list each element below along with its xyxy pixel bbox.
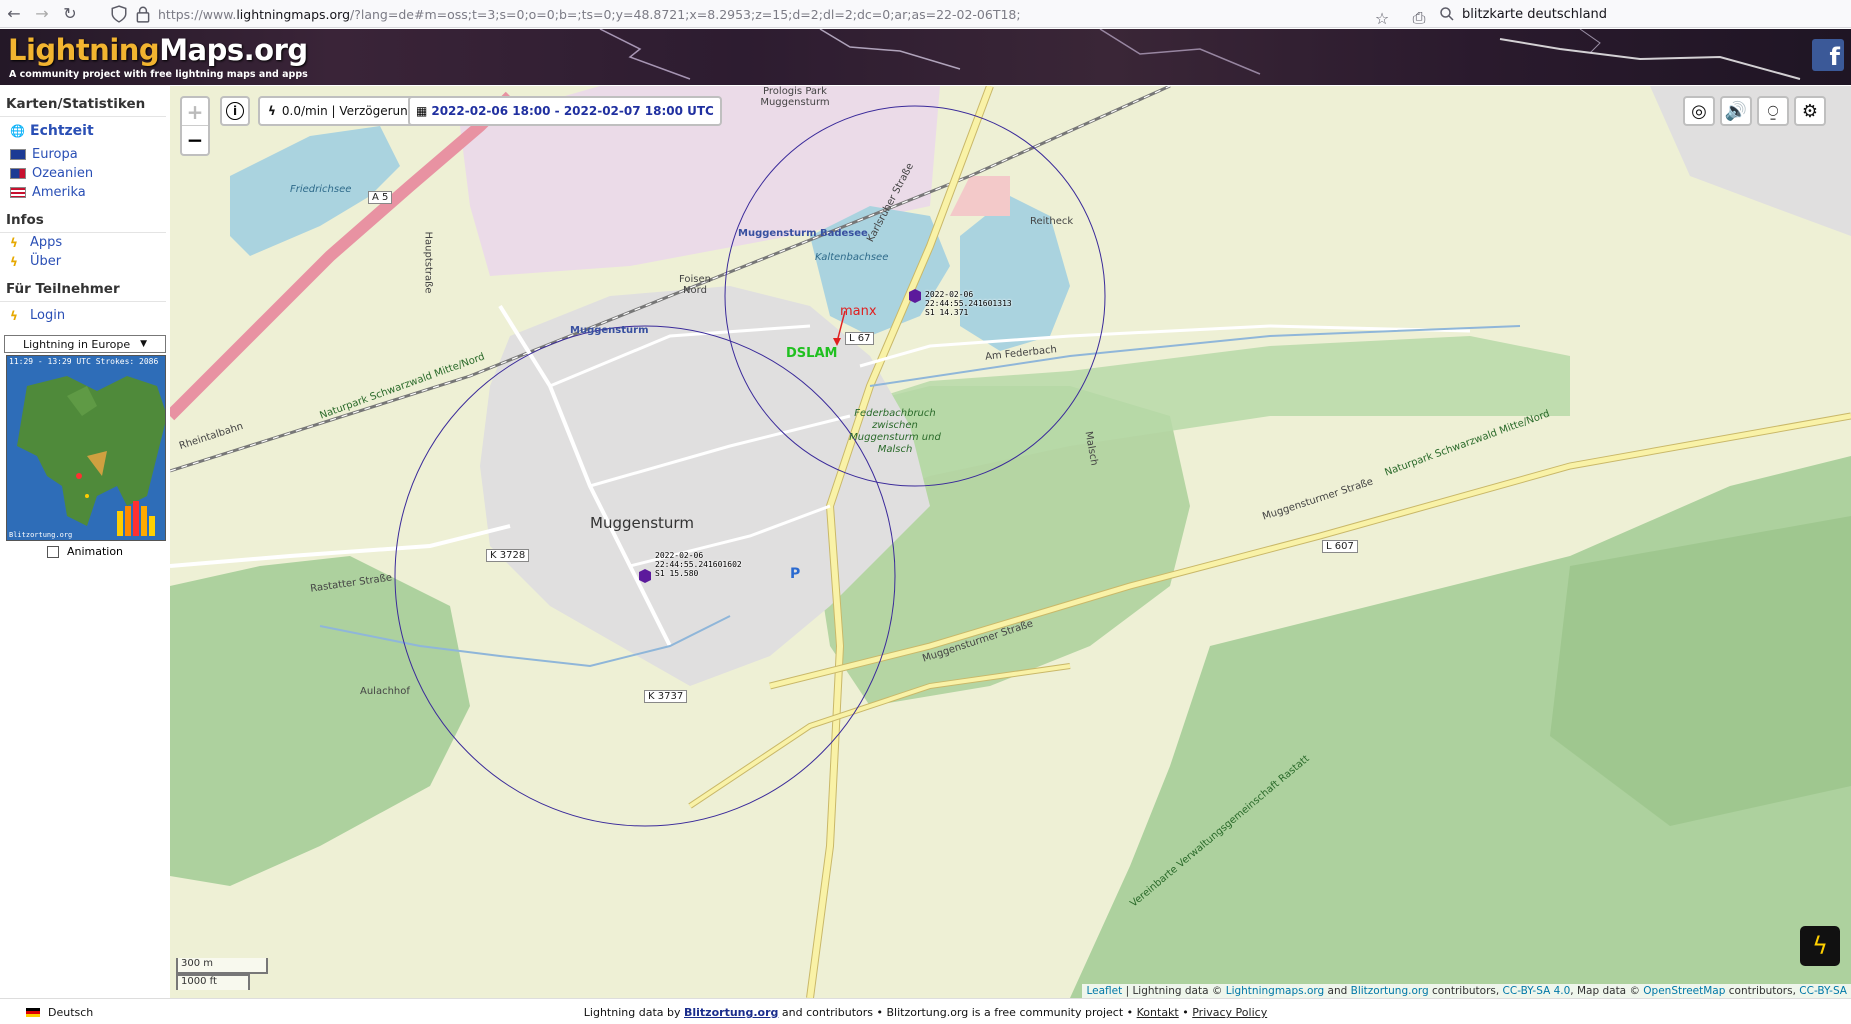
sidebar-item-login[interactable]: ϟ Login bbox=[0, 302, 170, 325]
map-attribution: Leaflet | Lightning data © Lightningmaps… bbox=[1082, 984, 1851, 998]
place-kaltenbachsee: Kaltenbachsee bbox=[815, 252, 889, 263]
bolt-icon: ϟ bbox=[10, 308, 18, 323]
place-muggensturm: Muggensturm bbox=[590, 514, 694, 532]
sidebar: Karten/Statistiken 🌐 Echtzeit Europa Oze… bbox=[0, 86, 170, 998]
privacy-link[interactable]: Privacy Policy bbox=[1192, 1006, 1267, 1019]
search-icon bbox=[1440, 7, 1454, 21]
info-icon: i bbox=[226, 102, 244, 120]
place-federbachbruch: Federbachbruch zwischen Muggensturm und … bbox=[849, 408, 941, 455]
footer-credits: Lightning data by Blitzortung.org and co… bbox=[583, 1006, 1268, 1019]
place-reitheck: Reitheck bbox=[1030, 216, 1074, 227]
dslam-marker-label: DSLAM bbox=[786, 346, 838, 361]
europe-land-shape bbox=[17, 376, 165, 536]
footer-blitzortung-link[interactable]: Blitzortung.org bbox=[684, 1006, 778, 1019]
search-text: blitzkarte deutschland bbox=[1462, 6, 1608, 22]
lightningmaps-link[interactable]: Lightningmaps.org bbox=[1226, 985, 1324, 997]
back-icon[interactable]: ← bbox=[0, 0, 28, 28]
printer-icon[interactable]: ⎙ bbox=[1405, 4, 1433, 32]
australia-flag-icon bbox=[10, 168, 26, 179]
info-button[interactable]: i bbox=[220, 96, 250, 126]
site-tagline: A community project with free lightning … bbox=[9, 69, 308, 80]
live-lightning-icon[interactable]: ϟ bbox=[1800, 926, 1840, 966]
browser-toolbar: ← → ↻ https://www.lightningmaps.org/?lan… bbox=[0, 0, 1851, 28]
us-flag-icon bbox=[10, 187, 26, 198]
antenna-icon: ⍜ bbox=[1767, 100, 1779, 122]
bookmark-star-icon[interactable]: ☆ bbox=[1368, 4, 1396, 32]
cc-license-link-2[interactable]: CC-BY-SA bbox=[1799, 985, 1847, 997]
zoom-out-button[interactable]: − bbox=[182, 126, 208, 154]
manx-marker-label: manx bbox=[840, 304, 877, 319]
place-badesee: Muggensturm Badesee bbox=[738, 228, 868, 239]
mini-map-credit: Blitzortung.org bbox=[9, 531, 73, 539]
place-friedrichsee: Friedrichsee bbox=[290, 184, 352, 195]
road-l67: L 67 bbox=[845, 332, 875, 345]
road-l607: L 607 bbox=[1322, 540, 1358, 553]
sidebar-heading-infos: Infos bbox=[0, 202, 166, 233]
strike-info-2: 2022-02-06 22:44:55.241601602 S1 15.580 bbox=[655, 551, 742, 578]
animation-checkbox[interactable] bbox=[46, 545, 59, 558]
forward-icon[interactable]: → bbox=[28, 0, 56, 28]
road-k3737: K 3737 bbox=[644, 690, 688, 703]
europe-mini-map[interactable]: 11:29 - 13:29 UTC Strokes: 2086 Blitzort… bbox=[6, 355, 166, 541]
cc-license-link[interactable]: CC-BY-SA 4.0 bbox=[1503, 985, 1571, 997]
sidebar-heading-participants: Für Teilnehmer bbox=[0, 271, 166, 302]
zoom-control: + − bbox=[180, 96, 210, 156]
lock-icon bbox=[136, 6, 150, 23]
calendar-icon: ▦ bbox=[416, 104, 428, 118]
search-bar[interactable]: blitzkarte deutschland bbox=[1440, 3, 1851, 25]
eu-flag-icon bbox=[10, 149, 26, 160]
lightning-map[interactable]: Muggensturm Muggensturm Muggensturm Bade… bbox=[170, 86, 1851, 998]
strike-info-1: 2022-02-06 22:44:55.241601313 S1 14.371 bbox=[925, 290, 1012, 317]
url-text: https://www.lightningmaps.org/?lang=de#m… bbox=[158, 6, 1021, 22]
crosshair-icon: ◎ bbox=[1691, 100, 1707, 122]
map-scale: 300 m 1000 ft bbox=[176, 958, 268, 990]
animation-toggle[interactable]: Animation bbox=[0, 545, 170, 558]
site-logo[interactable]: LightningMaps.org bbox=[8, 33, 308, 67]
place-aulachhof: Aulachhof bbox=[360, 686, 410, 697]
facebook-icon[interactable]: f bbox=[1812, 39, 1844, 71]
sidebar-item-realtime[interactable]: 🌐 Echtzeit bbox=[0, 117, 170, 145]
sidebar-item-apps[interactable]: ϟ Apps bbox=[0, 233, 170, 252]
site-header: LightningMaps.org A community project wi… bbox=[0, 29, 1851, 85]
leaflet-link[interactable]: Leaflet bbox=[1086, 985, 1122, 997]
place-foisen-nord: Foisen Nord bbox=[679, 274, 711, 296]
sidebar-item-about[interactable]: ϟ Über bbox=[0, 252, 170, 271]
locate-button[interactable]: ◎ bbox=[1683, 96, 1715, 126]
reload-icon[interactable]: ↻ bbox=[56, 0, 84, 28]
osm-link[interactable]: OpenStreetMap bbox=[1643, 985, 1725, 997]
map-select-dropdown[interactable]: Lightning in Europe ▼ bbox=[4, 335, 166, 353]
stations-button[interactable]: ⍜ bbox=[1757, 96, 1789, 126]
sidebar-item-amerika[interactable]: Amerika bbox=[0, 183, 170, 202]
map-tiles bbox=[170, 86, 1851, 998]
page-footer: Deutsch Lightning data by Blitzortung.or… bbox=[0, 998, 1851, 1024]
sidebar-heading-maps: Karten/Statistiken bbox=[0, 86, 166, 117]
chevron-down-icon: ▼ bbox=[140, 339, 148, 349]
shield-icon bbox=[111, 5, 127, 23]
date-range-selector[interactable]: ▦ 2022-02-06 18:00 - 2022-02-07 18:00 UT… bbox=[408, 96, 722, 126]
zoom-in-button[interactable]: + bbox=[182, 98, 208, 126]
url-bar[interactable]: https://www.lightningmaps.org/?lang=de#m… bbox=[110, 3, 1375, 25]
settings-button[interactable]: ⚙ bbox=[1794, 96, 1826, 126]
road-hauptstrasse: Hauptstraße bbox=[422, 231, 434, 294]
strike-marker-1 bbox=[909, 289, 921, 303]
bolt-icon: ϟ bbox=[10, 235, 18, 250]
road-a5: A 5 bbox=[368, 191, 393, 204]
sidebar-item-ozeanien[interactable]: Ozeanien bbox=[0, 164, 170, 183]
place-prologis: Prologis Park Muggensturm bbox=[760, 86, 830, 108]
bolt-icon: ϟ bbox=[268, 104, 276, 118]
speaker-icon: 🔊 bbox=[1724, 100, 1748, 122]
sound-button[interactable]: 🔊 bbox=[1720, 96, 1752, 126]
globe-icon: 🌐 bbox=[10, 124, 25, 138]
bolt-icon: ϟ bbox=[10, 254, 18, 269]
parking-marker: P bbox=[790, 566, 801, 582]
gear-icon: ⚙ bbox=[1801, 100, 1819, 122]
station-muggensturm: Muggensturm bbox=[570, 325, 649, 336]
sidebar-item-europa[interactable]: Europa bbox=[0, 145, 170, 164]
mini-map-strokes: 11:29 - 13:29 UTC Strokes: 2086 bbox=[9, 357, 159, 366]
blitzortung-link[interactable]: Blitzortung.org bbox=[1351, 985, 1429, 997]
road-k3728: K 3728 bbox=[486, 549, 530, 562]
contact-link[interactable]: Kontakt bbox=[1137, 1006, 1179, 1019]
